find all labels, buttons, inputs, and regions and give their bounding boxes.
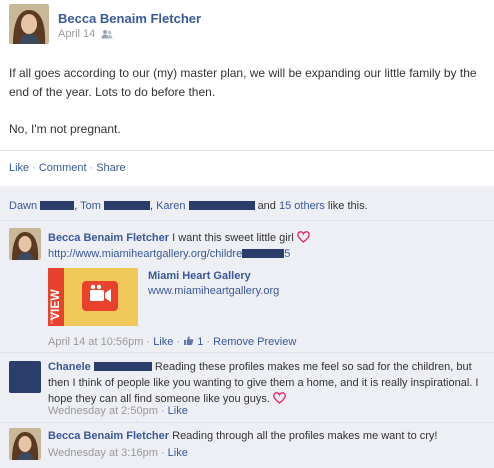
comment-url-tail[interactable]: 5 xyxy=(284,248,290,260)
separator: · xyxy=(176,336,181,348)
heart-icon xyxy=(273,392,286,404)
separator: · xyxy=(146,336,151,348)
like-link[interactable]: Like xyxy=(9,162,29,174)
friends-privacy-icon[interactable] xyxy=(101,29,113,39)
separator: · xyxy=(206,336,211,348)
facebook-post: Becca Benaim Fletcher April 14 If all go… xyxy=(0,0,494,468)
divider xyxy=(0,220,494,221)
post-author-name[interactable]: Becca Benaim Fletcher xyxy=(58,11,201,26)
thumb-sublabel: VIDEO xyxy=(49,312,54,324)
likes-and: and xyxy=(257,200,276,212)
author-avatar[interactable] xyxy=(9,4,49,44)
liker-name[interactable]: Tom xyxy=(80,200,101,212)
redaction-bar xyxy=(188,201,255,210)
divider xyxy=(0,150,494,151)
comment-meta: April 14 at 10:56pm · Like · 1 · Remove … xyxy=(48,334,296,350)
post-paragraph: If all goes according to our (my) master… xyxy=(9,66,477,99)
comment-like-count[interactable]: 1 xyxy=(197,336,203,348)
share-link[interactable]: Share xyxy=(96,162,125,174)
link-preview[interactable]: VIEW VIDEO Miami Heart Gallery www.miami… xyxy=(48,268,398,328)
separator: · xyxy=(32,162,36,174)
comment-like-link[interactable]: Like xyxy=(168,405,188,417)
comment-link[interactable]: Comment xyxy=(39,162,87,174)
divider xyxy=(0,422,494,423)
comment-meta: Wednesday at 3:16pm · Like xyxy=(48,445,188,461)
separator: · xyxy=(89,162,94,174)
divider xyxy=(0,352,494,353)
comment-url[interactable]: http://www.miamiheartgallery.org/childre xyxy=(48,248,242,260)
post-meta: April 14 xyxy=(58,28,113,40)
thumbs-up-icon[interactable] xyxy=(183,335,194,346)
likes-summary: Dawn , Tom , Karen and 15 others like th… xyxy=(9,200,368,212)
comment-author[interactable]: Becca Benaim Fletcher xyxy=(48,232,169,244)
heart-icon xyxy=(296,231,310,243)
comment-like-link[interactable]: Like xyxy=(168,447,188,459)
preview-url[interactable]: www.miamiheartgallery.org xyxy=(148,285,279,297)
others-link[interactable]: 15 others xyxy=(279,200,325,212)
liker-name[interactable]: Karen xyxy=(156,200,185,212)
video-thumbnail[interactable]: VIEW VIDEO xyxy=(48,268,138,326)
comment-time[interactable]: April 14 at 10:56pm xyxy=(48,336,143,348)
comment-meta: Wednesday at 2:50pm · Like xyxy=(48,403,188,419)
commenter-avatar[interactable] xyxy=(9,428,41,460)
comment-author[interactable]: Chanele xyxy=(48,361,91,373)
remove-preview-link[interactable]: Remove Preview xyxy=(213,336,296,348)
comment-time[interactable]: Wednesday at 3:16pm xyxy=(48,447,158,459)
comment-like-link[interactable]: Like xyxy=(153,336,173,348)
comment-body: Becca Benaim Fletcher Reading through al… xyxy=(48,428,488,444)
post-paragraph: No, I'm not pregnant. xyxy=(9,122,121,136)
separator: · xyxy=(160,405,165,417)
comment-body: Chanele Reading these profiles makes me … xyxy=(48,359,484,407)
post-actions: Like · Comment · Share xyxy=(9,162,126,174)
comment-author[interactable]: Becca Benaim Fletcher xyxy=(48,430,169,442)
comment-text: I want this sweet little girl xyxy=(172,232,294,244)
commenter-avatar-redacted[interactable] xyxy=(9,361,41,393)
post-date[interactable]: April 14 xyxy=(58,28,95,40)
comment-body: Becca Benaim Fletcher I want this sweet … xyxy=(48,230,488,262)
redaction-bar xyxy=(242,249,285,258)
redaction-bar xyxy=(93,362,152,371)
preview-title[interactable]: Miami Heart Gallery xyxy=(148,270,251,282)
redaction-bar xyxy=(103,201,150,210)
post-body: If all goes according to our (my) master… xyxy=(9,64,487,139)
likes-suffix: like this. xyxy=(327,200,368,212)
separator: · xyxy=(160,447,165,459)
liker-name[interactable]: Dawn xyxy=(9,200,37,212)
redaction-bar xyxy=(40,201,75,210)
comment-text: Reading through all the profiles makes m… xyxy=(172,430,438,442)
commenter-avatar[interactable] xyxy=(9,228,41,260)
comment-time[interactable]: Wednesday at 2:50pm xyxy=(48,405,158,417)
